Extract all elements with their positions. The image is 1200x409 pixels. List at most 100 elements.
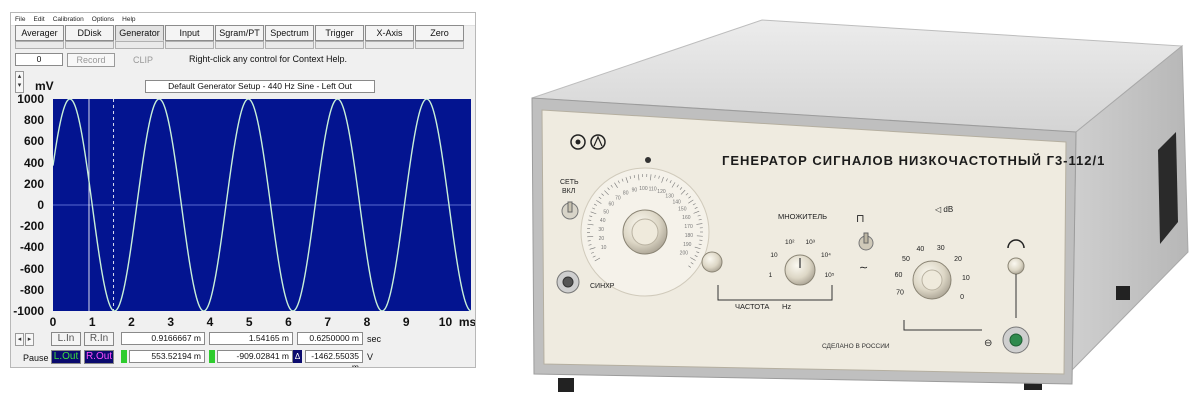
generator-drawing: 1020304050607080901001101201301401501601… (520, 0, 1200, 404)
delta-icon: Δ (293, 350, 302, 363)
record-button[interactable]: Record (67, 53, 115, 67)
value2-field: -909.02841 m (217, 350, 293, 363)
attenuator-scale-label: 40 (916, 246, 924, 253)
multiplier-scale-label: 10⁴ (821, 252, 831, 259)
delta-value-field: -1462.55035 m (305, 350, 363, 363)
setup-title-field: Default Generator Setup - 440 Hz Sine - … (145, 80, 375, 93)
pause-label[interactable]: Pause (23, 353, 49, 363)
waveform-plot[interactable] (53, 99, 471, 311)
dial-marker (645, 157, 651, 163)
square-wave-icon: ⊓ (856, 212, 865, 225)
menu-calibration[interactable]: Calibration (49, 16, 88, 23)
fine-tune-knob (702, 252, 722, 272)
multiplier-scale-label: 10² (785, 239, 795, 246)
menu-help[interactable]: Help (118, 16, 139, 23)
dial-scale-label: 100 (639, 186, 648, 192)
tab-underline (65, 41, 114, 49)
attenuator-label: ◁ dB (935, 205, 953, 214)
dial-scale-label: 10 (601, 245, 607, 251)
sync-label: СИНХР (590, 283, 615, 290)
tab-ddisk[interactable]: DDisk (65, 25, 114, 41)
tab-input[interactable]: Input (165, 25, 214, 41)
tab-underline (265, 41, 314, 49)
y-tick-label: 200 (11, 177, 44, 191)
scroll-left-icon[interactable]: ◂ (15, 333, 24, 346)
dial-scale-label: 20 (599, 236, 605, 242)
frequency-knob-cap (632, 219, 658, 245)
dial-scale-label: 110 (649, 187, 657, 193)
tab-trigger[interactable]: Trigger (315, 25, 364, 41)
tab-spectrum[interactable]: Spectrum (265, 25, 314, 41)
y-scale-stepper[interactable]: ▴▾ (15, 71, 24, 93)
cursor1-time-field[interactable]: 0.9166667 m (121, 332, 205, 345)
multiplier-scale-label: 1 (769, 272, 773, 279)
tab-zero[interactable]: Zero (415, 25, 464, 41)
dial-scale-label: 50 (603, 209, 609, 215)
y-tick-label: 1000 (11, 92, 44, 106)
menu-file[interactable]: File (11, 16, 29, 23)
svg-text:⊖: ⊖ (984, 338, 992, 349)
volt-unit-label: V (367, 352, 373, 362)
tab-underline (315, 41, 364, 49)
y-tick-label: -400 (11, 240, 44, 254)
tab-averager[interactable]: Averager (15, 25, 64, 41)
channel-color-swatch (121, 350, 127, 363)
foot (558, 378, 574, 392)
y-tick-label: -600 (11, 262, 44, 276)
value1-field: 553.52194 m (129, 350, 205, 363)
tab-sgram-pt[interactable]: Sgram/PT (215, 25, 264, 41)
dial-scale-label: 40 (600, 218, 606, 224)
x-tick-label: 2 (128, 315, 135, 329)
tab-x-axis[interactable]: X-Axis (365, 25, 414, 41)
right-input-button[interactable]: R.In (84, 332, 114, 346)
menu-options[interactable]: Options (88, 16, 118, 23)
scroll-right-icon[interactable]: ▸ (25, 333, 34, 346)
x-tick-label: 1 (89, 315, 96, 329)
dial-scale-label: 60 (609, 202, 615, 208)
device-title: ГЕНЕРАТОР СИГНАЛОВ НИЗКОЧАСТОТНЫЙ Г3-112… (722, 153, 1105, 168)
counter-field[interactable]: 0 (15, 53, 63, 66)
channel-color-swatch (209, 350, 215, 363)
x-tick-label: 5 (246, 315, 253, 329)
power-label-2: ВКЛ (562, 188, 576, 195)
x-tick-label: 3 (167, 315, 174, 329)
delta-time-field: 0.6250000 m (297, 332, 363, 345)
tab-underline (165, 41, 214, 49)
frequency-unit: Hz (782, 302, 791, 311)
attenuator-scale-label: 50 (902, 256, 910, 263)
left-output-button[interactable]: L.Out (51, 350, 81, 364)
left-input-button[interactable]: L.In (51, 332, 81, 346)
x-tick-label: 6 (285, 315, 292, 329)
dial-scale-label: 190 (683, 242, 692, 248)
dial-scale-label: 30 (598, 227, 604, 233)
y-unit-label: mV (35, 79, 54, 93)
tab-underline (115, 41, 164, 49)
multiplier-scale-label: 10³ (806, 239, 816, 246)
frequency-label: ЧАСТОТА (735, 302, 769, 311)
dial-scale-label: 140 (672, 199, 681, 205)
tab-underline (15, 41, 64, 49)
multiplier-scale-label: 10 (770, 252, 778, 259)
right-output-button[interactable]: R.Out (84, 350, 114, 364)
x-tick-label: 0 (50, 315, 57, 329)
y-tick-label: 800 (11, 113, 44, 127)
attenuator-scale-label: 30 (937, 245, 945, 252)
menu-edit[interactable]: Edit (29, 16, 48, 23)
y-tick-label: 400 (11, 156, 44, 170)
y-tick-label: -1000 (11, 304, 44, 318)
dial-scale-label: 180 (685, 233, 694, 239)
tab-underline (415, 41, 464, 49)
dial-scale-label: 170 (684, 224, 693, 230)
x-tick-label: 4 (207, 315, 214, 329)
dial-scale-label: 160 (682, 215, 691, 221)
tab-generator[interactable]: Generator (115, 25, 164, 41)
tab-underline (365, 41, 414, 49)
tab-underline (215, 41, 264, 49)
attenuator-scale-label: 10 (962, 275, 970, 282)
attenuator-scale-label: 0 (960, 294, 964, 301)
time-unit-label: sec (367, 334, 381, 344)
x-tick-label: 8 (364, 315, 371, 329)
cursor2-time-field[interactable]: 1.54165 m (209, 332, 293, 345)
x-tick-label: 7 (324, 315, 331, 329)
attenuator-scale-label: 20 (954, 256, 962, 263)
